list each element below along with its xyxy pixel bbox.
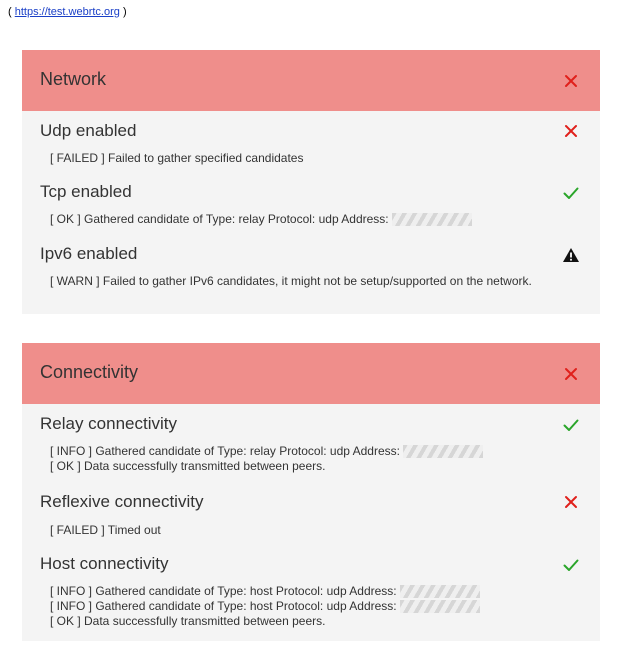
source-prefix: ( [8, 6, 12, 18]
network-panel: Network Udp enabled [ FAILED ] Failed to… [22, 50, 600, 314]
log-line: [ OK ] Data successfully transmitted bet… [50, 459, 326, 473]
redacted-address [399, 600, 480, 614]
check-icon [562, 416, 580, 434]
close-icon [562, 72, 580, 90]
redacted-address [399, 585, 480, 599]
redacted-address [391, 213, 472, 227]
check-icon [562, 184, 580, 202]
connectivity-panel: Connectivity Relay connectivity [ INFO ]… [22, 343, 600, 641]
connectivity-panel-header[interactable]: Connectivity [22, 343, 600, 404]
warning-icon [562, 246, 580, 264]
log-line: [ INFO ] Gathered candidate of Type: hos… [50, 584, 397, 598]
panel-title: Connectivity [40, 362, 139, 382]
close-icon [562, 122, 580, 140]
redacted-address [402, 445, 483, 459]
log-line: [ OK ] Gathered candidate of Type: relay… [50, 212, 389, 226]
test-title: Ipv6 enabled [40, 244, 138, 263]
check-icon [562, 556, 580, 574]
test-title: Reflexive connectivity [40, 492, 204, 511]
log-line: [ WARN ] Failed to gather IPv6 candidate… [50, 274, 532, 288]
test-title: Tcp enabled [40, 182, 132, 201]
test-log: [ FAILED ] Failed to gather specified ca… [50, 151, 570, 166]
source-suffix: ) [122, 6, 127, 18]
test-title: Host connectivity [40, 554, 169, 573]
log-line: [ INFO ] Gathered candidate of Type: hos… [50, 599, 397, 613]
test-log: [ INFO ] Gathered candidate of Type: rel… [50, 444, 570, 474]
test-log: [ INFO ] Gathered candidate of Type: hos… [50, 584, 570, 629]
source-attribution: ( https://test.webrtc.org ) [8, 6, 127, 18]
close-icon [562, 493, 580, 511]
test-title: Udp enabled [40, 121, 137, 140]
log-line: [ INFO ] Gathered candidate of Type: rel… [50, 444, 400, 458]
log-line: [ OK ] Data successfully transmitted bet… [50, 614, 326, 628]
panel-title: Network [40, 69, 107, 89]
log-line: [ FAILED ] Timed out [50, 523, 161, 537]
network-panel-header[interactable]: Network [22, 50, 600, 111]
close-icon [562, 365, 580, 383]
log-line: [ FAILED ] Failed to gather specified ca… [50, 151, 304, 165]
test-log: [ FAILED ] Timed out [50, 523, 570, 538]
source-link[interactable]: https://test.webrtc.org [15, 6, 120, 18]
test-log: [ WARN ] Failed to gather IPv6 candidate… [50, 274, 570, 289]
test-log: [ OK ] Gathered candidate of Type: relay… [50, 212, 570, 227]
test-title: Relay connectivity [40, 414, 178, 433]
